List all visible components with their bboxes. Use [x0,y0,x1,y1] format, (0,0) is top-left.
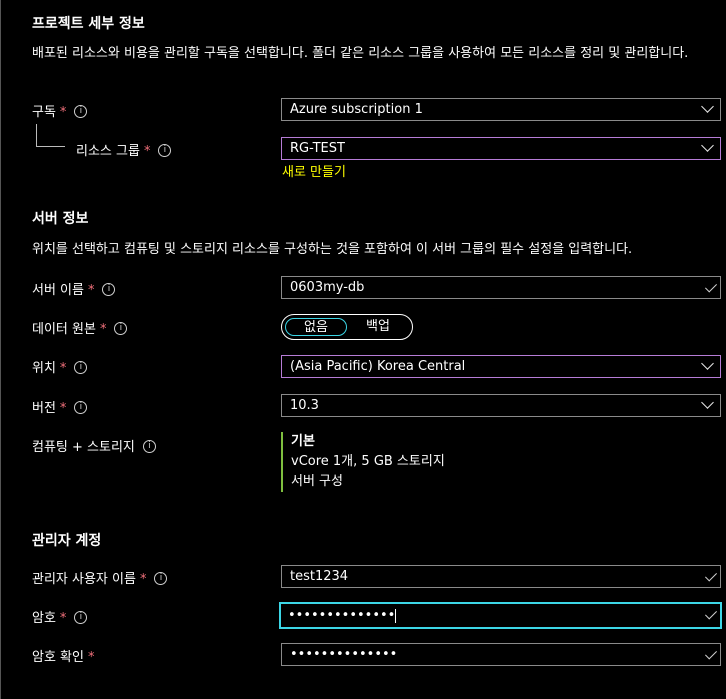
chevron-down-icon [701,396,714,409]
required-marker: * [87,650,95,665]
info-icon[interactable]: i [142,440,156,453]
password-label: 암호 * i [32,607,88,626]
resource-group-dropdown[interactable]: RG-TEST [281,137,721,160]
create-new-resource-group-link[interactable]: 새로 만들기 [282,161,346,180]
compute-storage-summary: 기본 vCore 1개, 5 GB 스토리지 서버 구성 [281,432,445,492]
server-name-value: 0603my-db [290,280,365,295]
subscription-dropdown[interactable]: Azure subscription 1 [281,98,721,121]
required-marker: * [59,105,67,120]
version-value: 10.3 [290,398,319,413]
required-marker: * [99,322,107,337]
resource-group-label-text: 리소스 그룹 [76,144,140,159]
compute-storage-label: 컴퓨팅 + 스토리지 i [32,436,156,455]
version-dropdown[interactable]: 10.3 [281,394,721,417]
server-name-label: 서버 이름 * i [32,279,116,298]
data-source-label: 데이터 원본 * i [32,318,128,337]
info-icon[interactable]: i [74,105,88,118]
project-details-title: 프로젝트 세부 정보 [32,16,145,32]
server-name-label-text: 서버 이름 [32,283,84,298]
location-dropdown[interactable]: (Asia Pacific) Korea Central [281,355,721,378]
data-source-option-none[interactable]: 없음 [285,318,347,336]
compute-tier: 기본 [291,434,315,449]
checkmark-icon [704,569,718,582]
info-icon[interactable]: i [158,144,172,157]
version-label: 버전 * i [32,397,88,416]
subscription-label: 구독 * i [32,101,88,120]
location-value: (Asia Pacific) Korea Central [290,359,466,374]
required-marker: * [143,144,151,159]
data-source-option-backup[interactable]: 백업 [354,318,402,336]
checkmark-icon [704,647,718,660]
info-icon[interactable]: i [102,283,116,296]
chevron-down-icon [701,100,714,113]
info-icon[interactable]: i [114,322,128,335]
admin-username-input[interactable]: test1234 [281,565,721,588]
text-cursor [395,608,397,623]
checkmark-icon [704,280,718,293]
chevron-down-icon [701,139,714,152]
compute-storage-label-text: 컴퓨팅 + 스토리지 [32,440,135,455]
checkmark-icon [704,607,718,620]
info-icon[interactable]: i [154,572,168,585]
password-value: •••••••••••••• [288,608,396,623]
password-input[interactable]: •••••••••••••• [279,602,722,629]
password-confirm-label-text: 암호 확인 [32,650,84,665]
admin-username-label-text: 관리자 사용자 이름 [32,572,136,587]
required-marker: * [87,283,95,298]
admin-account-title: 관리자 계정 [32,533,102,549]
required-marker: * [139,572,147,587]
configure-server-link[interactable]: 서버 구성 [291,472,445,492]
password-label-text: 암호 [32,611,56,626]
password-confirm-input[interactable]: •••••••••••••• [281,643,721,666]
info-icon[interactable]: i [74,611,88,624]
subscription-value: Azure subscription 1 [290,102,423,117]
version-label-text: 버전 [32,401,56,416]
required-marker: * [59,361,67,376]
info-icon[interactable]: i [74,401,88,414]
resource-group-label: 리소스 그룹 * i [76,140,172,159]
project-details-description: 배포된 리소스와 비용을 관리할 구독을 선택합니다. 폴더 같은 리소스 그룹… [32,46,689,61]
compute-detail: vCore 1개, 5 GB 스토리지 [291,454,445,469]
server-details-description: 위치를 선택하고 컴퓨팅 및 스토리지 리소스를 구성하는 것을 포함하여 이 … [32,242,633,257]
password-confirm-value: •••••••••••••• [290,647,398,662]
chevron-down-icon [701,357,714,370]
tree-connector [36,124,65,147]
admin-username-label: 관리자 사용자 이름 * i [32,568,168,587]
subscription-label-text: 구독 [32,105,56,120]
left-divider [0,0,1,699]
data-source-toggle[interactable]: 없음 백업 [281,314,413,340]
resource-group-value: RG-TEST [290,141,345,156]
server-name-input[interactable]: 0603my-db [281,276,721,299]
info-icon[interactable]: i [74,361,88,374]
password-confirm-label: 암호 확인 * [32,646,94,665]
admin-username-value: test1234 [290,569,349,584]
data-source-label-text: 데이터 원본 [32,322,96,337]
location-label: 위치 * i [32,357,88,376]
required-marker: * [59,401,67,416]
required-marker: * [59,611,67,626]
server-details-title: 서버 정보 [32,211,89,227]
location-label-text: 위치 [32,361,56,376]
